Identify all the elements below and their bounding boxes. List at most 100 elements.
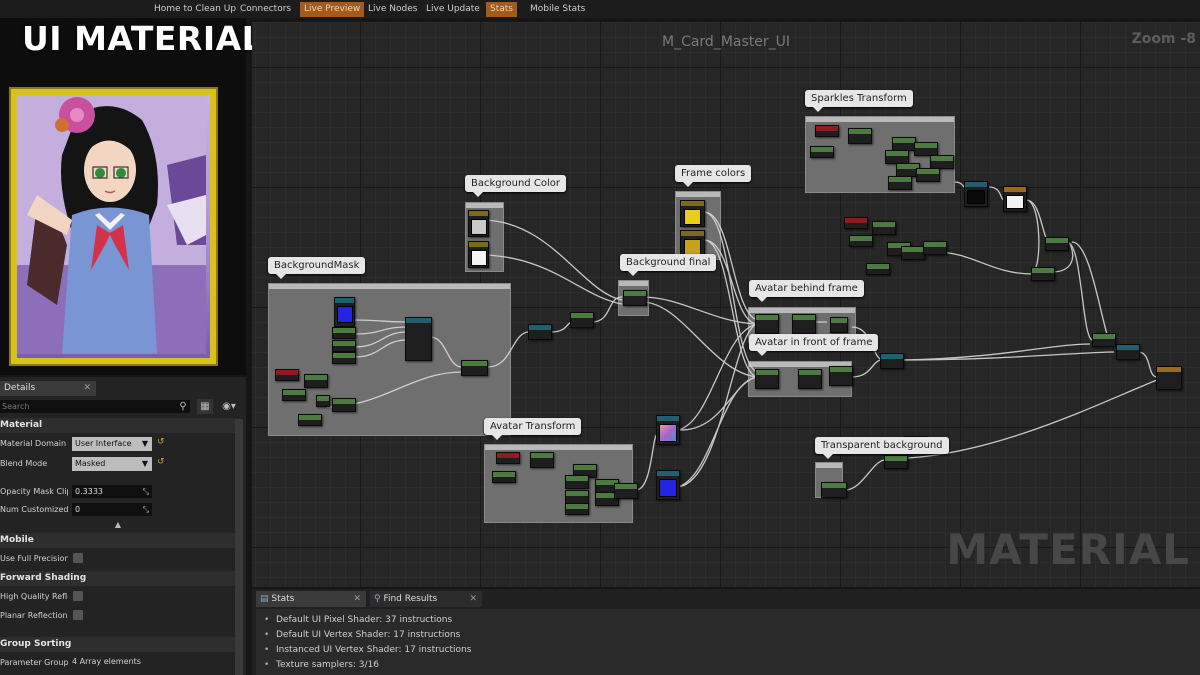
material-output-node[interactable] <box>1156 366 1182 390</box>
multiply-node[interactable] <box>872 221 896 235</box>
high-quality-reflections-checkbox[interactable] <box>73 591 83 601</box>
add-node[interactable] <box>914 142 938 156</box>
blend-mode-dropdown[interactable]: Masked ▼ <box>72 457 152 471</box>
parameter-node[interactable] <box>844 217 868 229</box>
grid-view-icon[interactable]: ▦ <box>197 399 213 414</box>
section-mobile[interactable]: Mobile <box>0 533 236 548</box>
add-node[interactable] <box>565 490 589 504</box>
toolbar-live-update-button[interactable]: Live Update <box>422 2 484 17</box>
multiply-node[interactable] <box>530 452 554 468</box>
details-scrollbar-thumb[interactable] <box>235 419 243 675</box>
vector-parameter-node[interactable] <box>680 230 705 257</box>
section-forward-shading[interactable]: Forward Shading <box>0 571 236 586</box>
lerp-node[interactable] <box>1116 344 1140 360</box>
reset-to-default-icon[interactable]: ↺ <box>157 437 165 447</box>
toolbar-live-preview-button[interactable]: Live Preview <box>300 2 365 17</box>
lerp-node[interactable] <box>798 369 822 389</box>
lerp-node[interactable] <box>830 317 848 333</box>
lerp-node[interactable] <box>829 366 853 386</box>
parameter-node[interactable] <box>815 125 839 137</box>
texture-sample-node[interactable] <box>964 181 988 207</box>
constant-node[interactable] <box>565 503 589 515</box>
eye-icon[interactable]: ◉▾ <box>218 399 240 414</box>
constant-node[interactable] <box>332 352 356 364</box>
constant-node[interactable] <box>492 471 516 483</box>
texture-sample-node[interactable] <box>656 470 680 500</box>
append-node[interactable] <box>614 483 638 499</box>
add-node[interactable] <box>304 374 328 388</box>
constant-node[interactable] <box>810 146 834 158</box>
lerp-node[interactable] <box>755 369 779 389</box>
lerp-node[interactable] <box>1045 237 1069 251</box>
planar-reflections-checkbox[interactable] <box>73 610 83 620</box>
details-search-input[interactable]: Search <box>0 400 190 413</box>
material-domain-dropdown[interactable]: User Interface ▼ <box>72 437 152 451</box>
advanced-expand-icon[interactable]: ▲ <box>0 520 236 530</box>
texture-sample-node[interactable] <box>334 297 355 327</box>
constant-node[interactable] <box>888 176 912 190</box>
reset-to-default-icon[interactable]: ↺ <box>157 457 165 467</box>
lerp-node[interactable] <box>792 314 816 334</box>
constant-node[interactable] <box>332 327 356 339</box>
add-node[interactable] <box>892 137 916 151</box>
multiply-node[interactable] <box>848 128 872 144</box>
lerp-node[interactable] <box>623 290 647 306</box>
vector-parameter-node[interactable] <box>680 200 705 227</box>
details-scrollbar[interactable] <box>235 419 243 675</box>
toolbar-live-nodes-button[interactable]: Live Nodes <box>364 2 421 17</box>
multiply-node[interactable] <box>405 317 432 361</box>
lerp-node[interactable] <box>821 482 847 498</box>
lerp-node[interactable] <box>332 398 356 412</box>
add-node[interactable] <box>885 150 909 164</box>
use-full-precision-checkbox[interactable] <box>73 553 83 563</box>
constant-node[interactable] <box>332 340 356 352</box>
lerp-node[interactable] <box>880 353 904 369</box>
add-node[interactable] <box>916 168 940 182</box>
num-customized-uvs-input[interactable]: 0 ⤡ <box>72 503 152 516</box>
comment-title-avatar-behind-frame[interactable]: Avatar behind frame <box>749 280 864 302</box>
comment-title-avatar-transform[interactable]: Avatar Transform <box>484 418 582 440</box>
add-node[interactable] <box>565 475 589 489</box>
material-graph-canvas[interactable]: M_Card_Master_UI Zoom -8 BackgroundMask … <box>252 22 1200 587</box>
comment-title-sparkles-transform[interactable]: Sparkles Transform <box>805 90 913 112</box>
comment-title-background-mask[interactable]: BackgroundMask <box>268 257 366 279</box>
texture-sample-node[interactable] <box>656 415 680 445</box>
search-icon[interactable]: ⚲ <box>175 399 191 414</box>
close-icon[interactable]: ✕ <box>469 591 477 607</box>
tab-find-results[interactable]: ⚲ Find Results ✕ <box>370 591 482 607</box>
vector-parameter-node[interactable] <box>468 210 489 237</box>
parameter-node[interactable] <box>496 452 520 464</box>
opacity-mask-clip-input[interactable]: 0.3333 ⤡ <box>72 485 152 498</box>
lerp-node[interactable] <box>570 312 594 328</box>
lerp-node[interactable] <box>1092 333 1116 347</box>
constant-node[interactable] <box>282 389 306 401</box>
constant-node[interactable] <box>298 414 322 426</box>
comment-title-transparent-background[interactable]: Transparent background <box>815 437 949 459</box>
constant-node[interactable] <box>884 455 908 469</box>
parameter-node[interactable] <box>275 369 299 381</box>
lerp-node[interactable] <box>1031 267 1055 281</box>
details-tab[interactable]: Details ✕ <box>0 381 96 396</box>
constant-node[interactable] <box>849 235 873 247</box>
close-icon[interactable]: ✕ <box>353 591 361 607</box>
lerp-node[interactable] <box>461 360 488 376</box>
add-node[interactable] <box>923 241 947 255</box>
comment-title-frame-colors[interactable]: Frame colors <box>675 165 752 187</box>
toolbar-clean-up-button[interactable]: Home to Clean Up <box>150 2 240 17</box>
comment-title-background-final[interactable]: Background final <box>620 254 717 276</box>
add-node[interactable] <box>901 246 925 260</box>
tab-stats[interactable]: ▤ Stats ✕ <box>256 591 366 607</box>
comment-title-avatar-in-front-of-frame[interactable]: Avatar in front of frame <box>749 334 879 356</box>
toolbar-mobile-stats-button[interactable]: Mobile Stats <box>526 2 589 17</box>
material-preview-viewport[interactable] <box>0 18 246 375</box>
constant-node[interactable] <box>866 263 890 275</box>
constant-node[interactable] <box>316 395 330 407</box>
section-material[interactable]: Material <box>0 418 236 433</box>
lerp-node[interactable] <box>755 314 779 334</box>
vector-parameter-node[interactable] <box>468 241 489 268</box>
toolbar-connectors-button[interactable]: Connectors <box>236 2 295 17</box>
texture-sample-node[interactable] <box>1003 186 1027 212</box>
add-node[interactable] <box>930 155 954 169</box>
section-group-sorting[interactable]: Group Sorting <box>0 637 236 652</box>
toolbar-stats-button[interactable]: Stats <box>486 2 517 17</box>
